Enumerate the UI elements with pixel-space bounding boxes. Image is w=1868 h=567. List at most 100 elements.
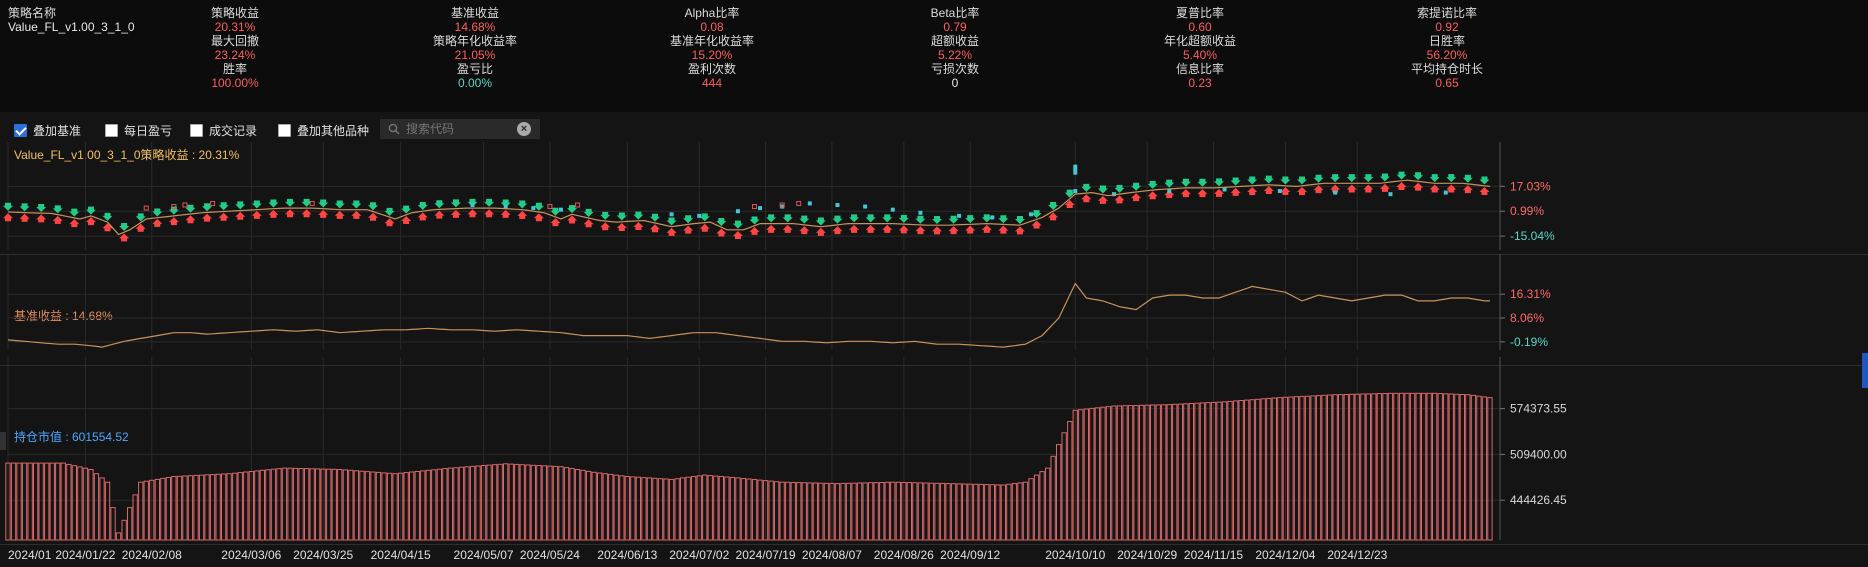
y-tick-label: 16.31% [1510,287,1551,301]
trail-marker [1073,189,1078,194]
position-bar [132,494,138,541]
trail-marker [669,212,674,217]
position-bar [1277,397,1283,541]
position-bar [702,474,708,541]
trail-marker [1388,192,1393,197]
buy-marker [36,214,47,223]
position-bar [1000,484,1007,541]
position-bar [757,479,763,541]
x-axis-label: 2024/10/29 [1117,548,1177,562]
position-bar [1122,405,1128,541]
position-bar [215,473,221,541]
y-tick-label: 0.99% [1510,204,1544,218]
position-bar [1376,393,1382,541]
trail-marker [531,206,536,211]
sell-marker [1147,180,1158,189]
sell-marker [102,212,113,221]
position-bar [1033,474,1040,541]
scroll-handle[interactable] [1862,353,1868,388]
trail-marker [918,210,923,215]
buy-marker [1097,195,1108,204]
buy-marker [849,224,860,233]
position-bar [912,482,918,541]
sell-marker [749,216,760,225]
x-axis-label: 2024/08/26 [874,548,934,562]
buy-marker [69,219,80,228]
position-bar [1139,404,1145,541]
trail-marker [835,203,840,207]
position-bar [436,468,443,541]
sell-marker [1462,174,1473,183]
position-bar [1321,394,1327,541]
position-bar [475,465,481,541]
sell-marker [484,198,495,207]
buy-marker [749,226,760,235]
trail-marker [210,200,216,206]
y-tick-label: 509400.00 [1510,447,1567,461]
position-bar [232,472,238,541]
trail-marker [890,207,895,212]
panel-separator [0,365,1868,366]
sell-marker [1296,176,1307,185]
buy-marker [3,213,13,222]
position-bar [492,464,498,541]
position-bar [834,483,841,541]
position-bar [1227,400,1233,541]
position-bar [1006,483,1012,541]
buy-marker [367,212,378,221]
trail-marker [807,201,812,206]
position-bar [1266,397,1272,541]
position-bar [464,466,470,541]
position-bar [315,468,321,541]
position-bar [668,478,675,541]
position-bar [497,463,503,541]
sell-marker [168,206,179,215]
position-bar [1310,395,1316,541]
buy-marker [351,210,362,219]
buy-marker [285,209,296,218]
sell-marker [1479,176,1490,185]
collapse-panel-handle[interactable] [0,432,6,450]
sell-marker [865,214,876,223]
sell-marker [732,220,743,229]
position-bar [259,469,266,541]
position-bar [1078,409,1084,541]
position-bar [10,462,17,541]
sell-marker [533,202,544,211]
position-bar [326,468,332,541]
position-bar [608,473,614,541]
position-bar [818,482,824,541]
buy-marker [1230,187,1241,196]
buy-marker [1296,186,1307,195]
position-bar [1155,404,1161,541]
sell-marker [52,205,63,214]
sell-marker [782,214,793,223]
sell-marker [85,206,96,215]
buy-marker [550,218,561,227]
trail-marker [1073,164,1078,175]
panel-separator [0,544,1868,545]
buy-marker [898,225,909,234]
position-bar [1371,393,1377,541]
position-bar [663,478,669,541]
buy-marker [218,212,229,221]
position-bar [851,482,857,541]
sell-marker [583,208,594,217]
position-bar [1056,444,1062,541]
buy-marker [85,217,96,226]
position-bar [359,470,365,541]
position-bar [431,469,437,541]
position-bar [685,476,691,541]
position-bar [110,507,116,541]
buy-marker [1247,186,1258,195]
position-bar [66,463,72,541]
position-bar [1161,404,1167,541]
position-bar [1028,478,1034,541]
position-bar [906,482,913,541]
y-tick-label: 444426.45 [1510,493,1567,507]
sell-marker [1446,174,1457,183]
buy-marker [633,222,644,231]
sell-marker [882,214,893,223]
position-bar [1177,403,1183,541]
backtest-charts[interactable]: 17.03% 0.99% -15.04% 16.31% 8.06% -0.19% 57437… [0,0,1868,567]
